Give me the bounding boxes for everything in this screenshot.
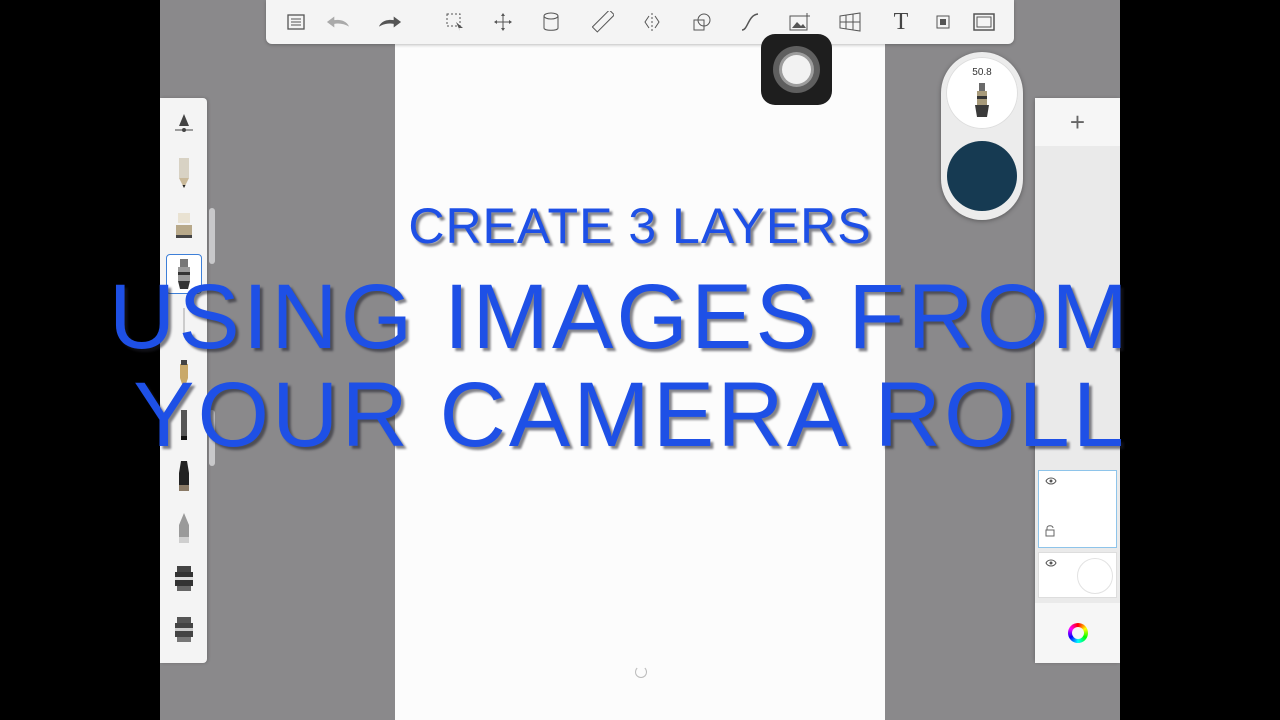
eraser-icon[interactable] (166, 559, 202, 599)
perspective-icon[interactable] (838, 10, 862, 34)
redo-icon[interactable] (378, 10, 402, 34)
layer-thumbnail[interactable] (1038, 552, 1117, 598)
blender-icon[interactable] (166, 508, 202, 548)
brush-settings-icon[interactable] (166, 103, 202, 143)
fullscreen-icon[interactable] (972, 10, 996, 34)
caption-line-2: USING IMAGES FROM (108, 266, 1132, 368)
shape-icon[interactable] (690, 10, 714, 34)
paint-brush-icon (975, 83, 989, 117)
layer-panel-footer (1035, 603, 1120, 663)
add-layer-button[interactable]: + (1035, 98, 1120, 146)
layer-thumbnail-selected[interactable] (1038, 470, 1117, 548)
undo-icon[interactable] (326, 10, 350, 34)
smudge-eraser-icon[interactable] (166, 610, 202, 650)
import-image-icon[interactable] (788, 10, 812, 34)
brush-size-value: 50.8 (972, 67, 992, 78)
record-icon[interactable] (931, 10, 955, 34)
symmetry-icon[interactable] (640, 10, 664, 34)
list-icon[interactable] (284, 10, 308, 34)
caption-line-3: YOUR CAMERA ROLL (133, 364, 1127, 466)
caption-line-1: CREATE 3 LAYERS (408, 198, 872, 254)
eye-icon[interactable] (1045, 476, 1057, 488)
loading-spinner-icon (635, 666, 647, 678)
assistive-touch-button[interactable] (761, 34, 832, 105)
top-toolbar: T (266, 0, 1014, 44)
lock-icon[interactable] (1045, 524, 1055, 542)
text-icon[interactable]: T (889, 9, 913, 35)
fill-icon[interactable] (539, 10, 563, 34)
brush-puck: 50.8 (941, 52, 1023, 220)
ruler-icon[interactable] (591, 10, 615, 34)
transform-icon[interactable] (491, 10, 515, 34)
curve-icon[interactable] (738, 10, 762, 34)
selection-icon[interactable] (443, 10, 467, 34)
brush-size-control[interactable]: 50.8 (946, 57, 1018, 129)
eye-icon[interactable] (1045, 558, 1057, 570)
color-wheel-icon[interactable] (1067, 623, 1088, 643)
pencil-brush-icon[interactable] (166, 153, 202, 193)
layer-preview (1077, 558, 1113, 594)
